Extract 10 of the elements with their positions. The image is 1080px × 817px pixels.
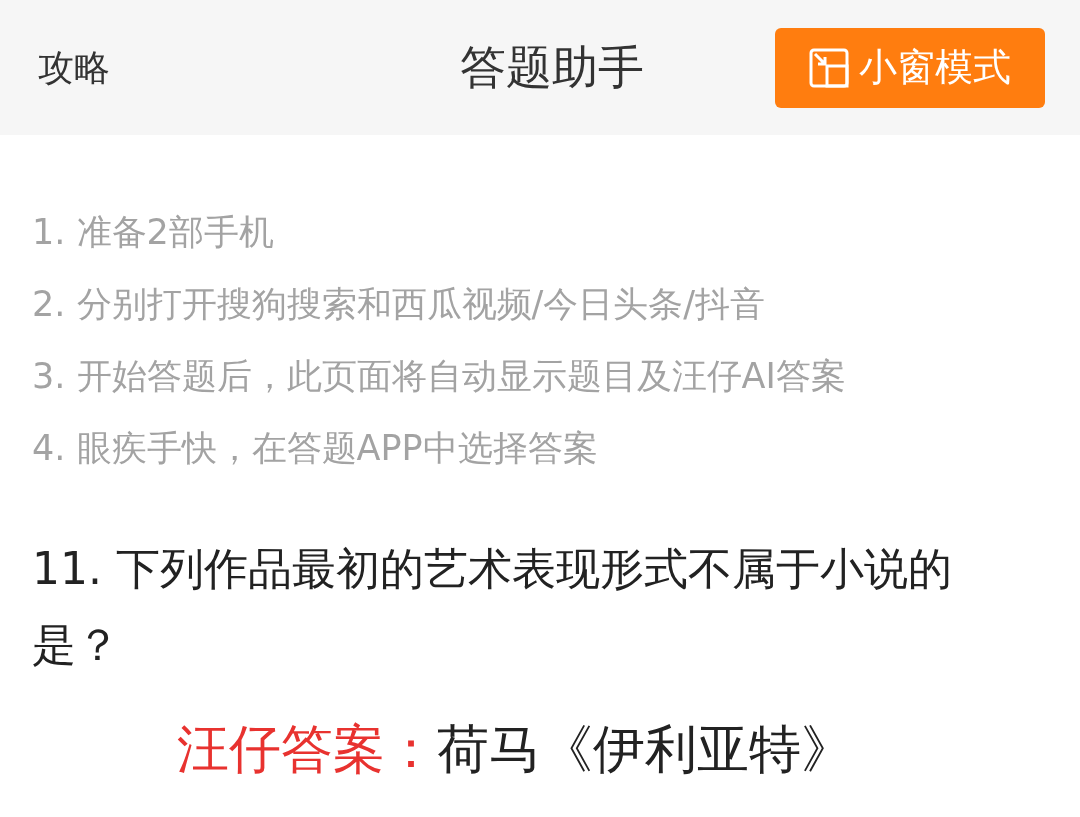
strategy-link[interactable]: 攻略: [38, 40, 368, 95]
instruction-step: 4. 眼疾手快，在答题APP中选择答案: [32, 427, 1080, 469]
mini-window-icon: [809, 47, 849, 88]
answer-value: 荷马《伊利亚特》: [437, 719, 853, 779]
instruction-step: 1. 准备2部手机: [32, 211, 1080, 253]
instruction-step: 2. 分别打开搜狗搜索和西瓜视频/今日头条/抖音: [32, 283, 1080, 325]
question-text: 11. 下列作品最初的艺术表现形式不属于小说的是？: [31, 542, 953, 672]
page-title: 答题助手: [458, 39, 645, 96]
instruction-step: 3. 开始答题后，此页面将自动显示题目及汪仔AI答案: [32, 355, 1080, 397]
answer-label: 汪仔答案：: [177, 719, 437, 779]
